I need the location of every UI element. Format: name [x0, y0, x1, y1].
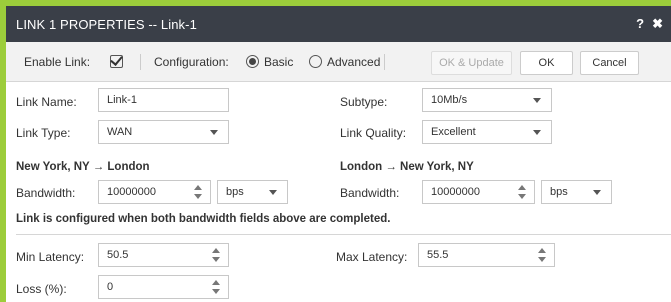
chevron-down-icon — [533, 130, 541, 135]
link-name-input[interactable]: Link-1 — [98, 88, 229, 112]
link-properties-dialog: LINK 1 PROPERTIES -- Link-1 ? ✖ Enable Li… — [6, 6, 671, 302]
link-type-label: Link Type: — [16, 126, 71, 140]
max-latency-label: Max Latency: — [336, 250, 408, 264]
right-direction-heading: London → New York, NY — [340, 161, 474, 173]
chevron-down-icon — [593, 190, 601, 195]
spinner-icon[interactable] — [212, 248, 220, 262]
right-bandwidth-input[interactable]: 10000000 — [422, 180, 535, 204]
dialog-title: LINK 1 PROPERTIES -- Link-1 — [16, 17, 197, 32]
spinner-icon[interactable] — [518, 185, 526, 199]
subtype-label: Subtype: — [340, 95, 388, 109]
ok-update-button[interactable]: OK & Update — [431, 51, 512, 75]
cancel-button[interactable]: Cancel — [580, 51, 639, 75]
advanced-radio-label[interactable]: Advanced — [327, 55, 380, 69]
link-type-select[interactable]: WAN — [98, 120, 229, 144]
close-icon[interactable]: ✖ — [652, 16, 663, 31]
link-type-value: WAN — [107, 126, 133, 138]
min-latency-label: Min Latency: — [16, 250, 85, 264]
divider — [384, 54, 385, 70]
basic-radio[interactable] — [246, 55, 259, 68]
loss-input[interactable]: 0 — [98, 275, 229, 299]
max-latency-value: 55.5 — [427, 249, 449, 261]
right-bandwidth-unit-value: bps — [550, 186, 568, 198]
enable-link-label: Enable Link: — [24, 55, 91, 69]
toolbar: Enable Link: Configuration: Basic Advanc… — [6, 42, 671, 82]
chevron-down-icon — [533, 98, 541, 103]
right-bandwidth-label: Bandwidth: — [340, 186, 400, 200]
subtype-value: 10Mb/s — [431, 94, 468, 106]
spinner-icon[interactable] — [194, 185, 202, 199]
loss-label: Loss (%): — [16, 282, 67, 296]
min-latency-value: 50.5 — [107, 249, 129, 261]
spinner-icon[interactable] — [538, 248, 546, 262]
bandwidth-note: Link is configured when both bandwidth f… — [16, 213, 391, 225]
link-quality-value: Excellent — [431, 126, 476, 138]
left-bandwidth-label: Bandwidth: — [16, 186, 76, 200]
ok-button[interactable]: OK — [520, 51, 573, 75]
chevron-down-icon — [210, 130, 218, 135]
min-latency-input[interactable]: 50.5 — [98, 243, 229, 267]
basic-radio-label[interactable]: Basic — [264, 55, 293, 69]
right-bandwidth-unit-select[interactable]: bps — [541, 180, 612, 204]
right-bandwidth-value: 10000000 — [431, 186, 480, 198]
loss-value: 0 — [107, 281, 114, 293]
left-bandwidth-unit-value: bps — [226, 186, 244, 198]
left-bandwidth-value: 10000000 — [107, 186, 156, 198]
titlebar: LINK 1 PROPERTIES -- Link-1 ? ✖ — [6, 6, 671, 42]
enable-link-checkbox[interactable] — [110, 55, 123, 68]
link-name-label: Link Name: — [16, 95, 77, 109]
divider — [140, 54, 141, 70]
chevron-down-icon — [269, 190, 277, 195]
configuration-label: Configuration: — [154, 55, 229, 69]
max-latency-input[interactable]: 55.5 — [418, 243, 555, 267]
link-quality-label: Link Quality: — [340, 126, 407, 140]
left-direction-heading: New York, NY → London — [16, 161, 150, 173]
subtype-select[interactable]: 10Mb/s — [422, 88, 552, 112]
left-bandwidth-input[interactable]: 10000000 — [98, 180, 211, 204]
advanced-radio[interactable] — [309, 55, 322, 68]
left-bandwidth-unit-select[interactable]: bps — [217, 180, 288, 204]
help-icon[interactable]: ? — [636, 16, 644, 31]
section-divider — [16, 234, 671, 235]
link-quality-select[interactable]: Excellent — [422, 120, 552, 144]
spinner-icon[interactable] — [212, 280, 220, 294]
